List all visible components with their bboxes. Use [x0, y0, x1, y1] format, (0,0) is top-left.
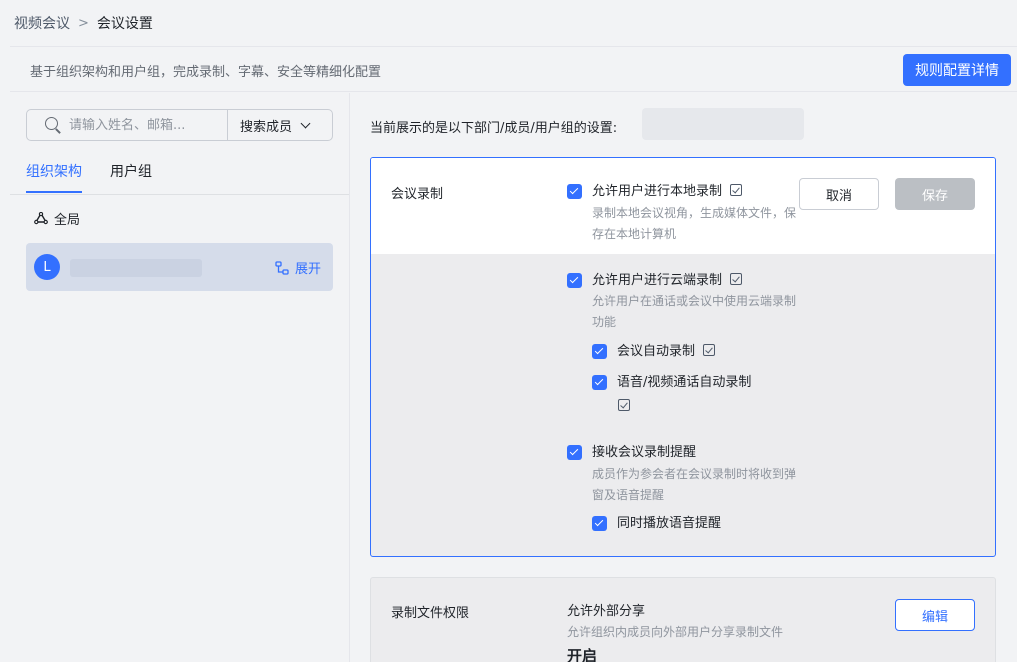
checkbox-local-recording[interactable]	[567, 184, 582, 199]
breadcrumb-separator: >	[78, 15, 89, 31]
inherit-check-icon	[730, 184, 743, 196]
checkbox-cloud-recording[interactable]	[567, 273, 582, 288]
option-auto-meeting-recording[interactable]: 会议自动录制	[592, 343, 716, 361]
recycle-org-icon	[34, 211, 48, 226]
checkbox-voice-reminder[interactable]	[592, 516, 607, 531]
left-panel: 搜索成员 组织架构 用户组 全局 L 展开	[10, 93, 350, 662]
inherit-check-icon	[730, 273, 743, 285]
option-local-recording[interactable]: 允许用户进行本地录制	[567, 183, 743, 201]
external-share-description: 允许组织内成员向外部用户分享录制文件	[567, 625, 784, 639]
search-scope-select[interactable]: 搜索成员	[228, 116, 311, 135]
sidebar-tabs: 组织架构 用户组	[26, 161, 180, 193]
chevron-down-icon	[300, 118, 311, 128]
option-recording-reminder[interactable]: 接收会议录制提醒	[567, 444, 696, 462]
search-scope-label: 搜索成员	[240, 119, 293, 135]
option-cloud-recording[interactable]: 允许用户进行云端录制	[567, 272, 743, 290]
global-scope-item[interactable]: 全局	[34, 209, 80, 228]
page-description: 基于组织架构和用户组，完成录制、字幕、安全等精细化配置	[30, 65, 382, 80]
inherit-check-icon	[618, 399, 630, 411]
option-voice-reminder[interactable]: 同时播放语音提醒	[592, 515, 721, 533]
recording-settings-card: 会议录制 取消 保存 允许用户进行本地录制 录制本地会议视角，生成媒体文件，保存…	[370, 157, 996, 557]
rules-detail-button[interactable]: 规则配置详情	[903, 54, 1011, 86]
current-scope-label: 当前展示的是以下部门/成员/用户组的设置:	[370, 121, 618, 136]
save-button[interactable]: 保存	[895, 178, 975, 210]
breadcrumb-root[interactable]: 视频会议	[14, 13, 70, 33]
file-permission-card: 录制文件权限 允许外部分享 允许组织内成员向外部用户分享录制文件 开启 编辑	[370, 577, 996, 662]
checkbox-auto-meeting-recording[interactable]	[592, 344, 607, 359]
option-description: 成员作为参会者在会议录制时将收到弹窗及语音提醒	[592, 467, 797, 502]
inherit-check-icon	[703, 344, 716, 356]
breadcrumb: 视频会议 > 会议设置	[0, 0, 1017, 46]
file-permission-title: 录制文件权限	[391, 606, 470, 621]
checkbox-auto-call-recording[interactable]	[592, 375, 607, 390]
external-share-value: 开启	[567, 647, 598, 662]
search-icon	[45, 117, 61, 133]
option-description: 允许用户在通话或会议中使用云端录制功能	[592, 294, 797, 329]
recording-section-title: 会议录制	[391, 187, 444, 202]
description-bar: 基于组织架构和用户组，完成录制、字幕、安全等精细化配置 规则配置详情	[10, 46, 1017, 92]
option-label: 允许用户进行云端录制	[592, 273, 723, 288]
avatar: L	[34, 254, 60, 280]
org-root-row[interactable]: L 展开	[26, 243, 333, 291]
member-search: 搜索成员	[26, 109, 333, 141]
breadcrumb-current: 会议设置	[96, 16, 153, 32]
expand-label: 展开	[294, 262, 321, 277]
tab-org-structure[interactable]: 组织架构	[26, 161, 82, 193]
tree-expand-icon	[275, 260, 289, 275]
option-label: 同时播放语音提醒	[617, 516, 722, 531]
search-input[interactable]	[69, 117, 227, 133]
option-description: 录制本地会议视角，生成媒体文件，保存在本地计算机	[592, 206, 797, 241]
option-label: 语音/视频通话自动录制	[617, 375, 752, 390]
checkbox-recording-reminder[interactable]	[567, 445, 582, 460]
tabs-divider	[10, 194, 349, 195]
current-scope-redacted	[642, 108, 804, 140]
option-label: 允许用户进行本地录制	[592, 184, 723, 199]
global-label: 全局	[54, 213, 81, 228]
edit-button[interactable]: 编辑	[895, 599, 975, 631]
expand-button[interactable]: 展开	[275, 258, 321, 277]
option-label: 接收会议录制提醒	[592, 445, 697, 460]
option-label: 会议自动录制	[617, 344, 696, 359]
tab-user-groups[interactable]: 用户组	[110, 161, 152, 193]
cancel-button[interactable]: 取消	[799, 178, 879, 210]
option-auto-call-recording[interactable]: 语音/视频通话自动录制	[592, 374, 751, 392]
org-name-redacted	[70, 259, 202, 277]
external-share-label: 允许外部分享	[567, 604, 646, 619]
